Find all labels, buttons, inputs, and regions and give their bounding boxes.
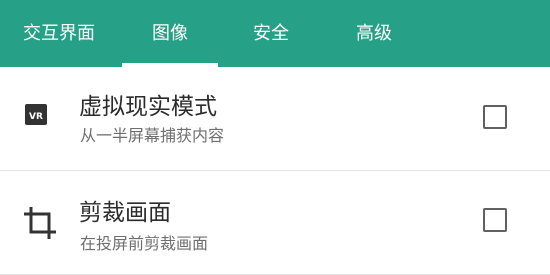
setting-title: 虚拟现实模式	[79, 94, 217, 120]
crop-icon	[24, 207, 56, 239]
setting-row-vr-mode[interactable]: VR 虚拟现实模式 从一半屏幕捕获内容	[0, 67, 550, 170]
crop-checkbox[interactable]	[483, 208, 507, 232]
vr-mode-checkbox[interactable]	[483, 105, 507, 129]
svg-text:VR: VR	[29, 112, 43, 122]
tab-interface[interactable]: 交互界面	[0, 0, 118, 67]
tab-image[interactable]: 图像	[118, 0, 222, 67]
vr-icon: VR	[25, 104, 47, 125]
tab-advanced[interactable]: 高级	[320, 0, 428, 67]
setting-row-crop[interactable]: 剪裁画面 在投屏前剪裁画面	[0, 171, 550, 274]
setting-summary: 在投屏前剪裁画面	[80, 234, 209, 253]
setting-title: 剪裁画面	[79, 200, 171, 226]
tab-bar: 交互界面 图像 安全 高级	[0, 0, 550, 67]
setting-summary: 从一半屏幕捕获内容	[80, 126, 225, 145]
tab-security[interactable]: 安全	[222, 0, 320, 67]
